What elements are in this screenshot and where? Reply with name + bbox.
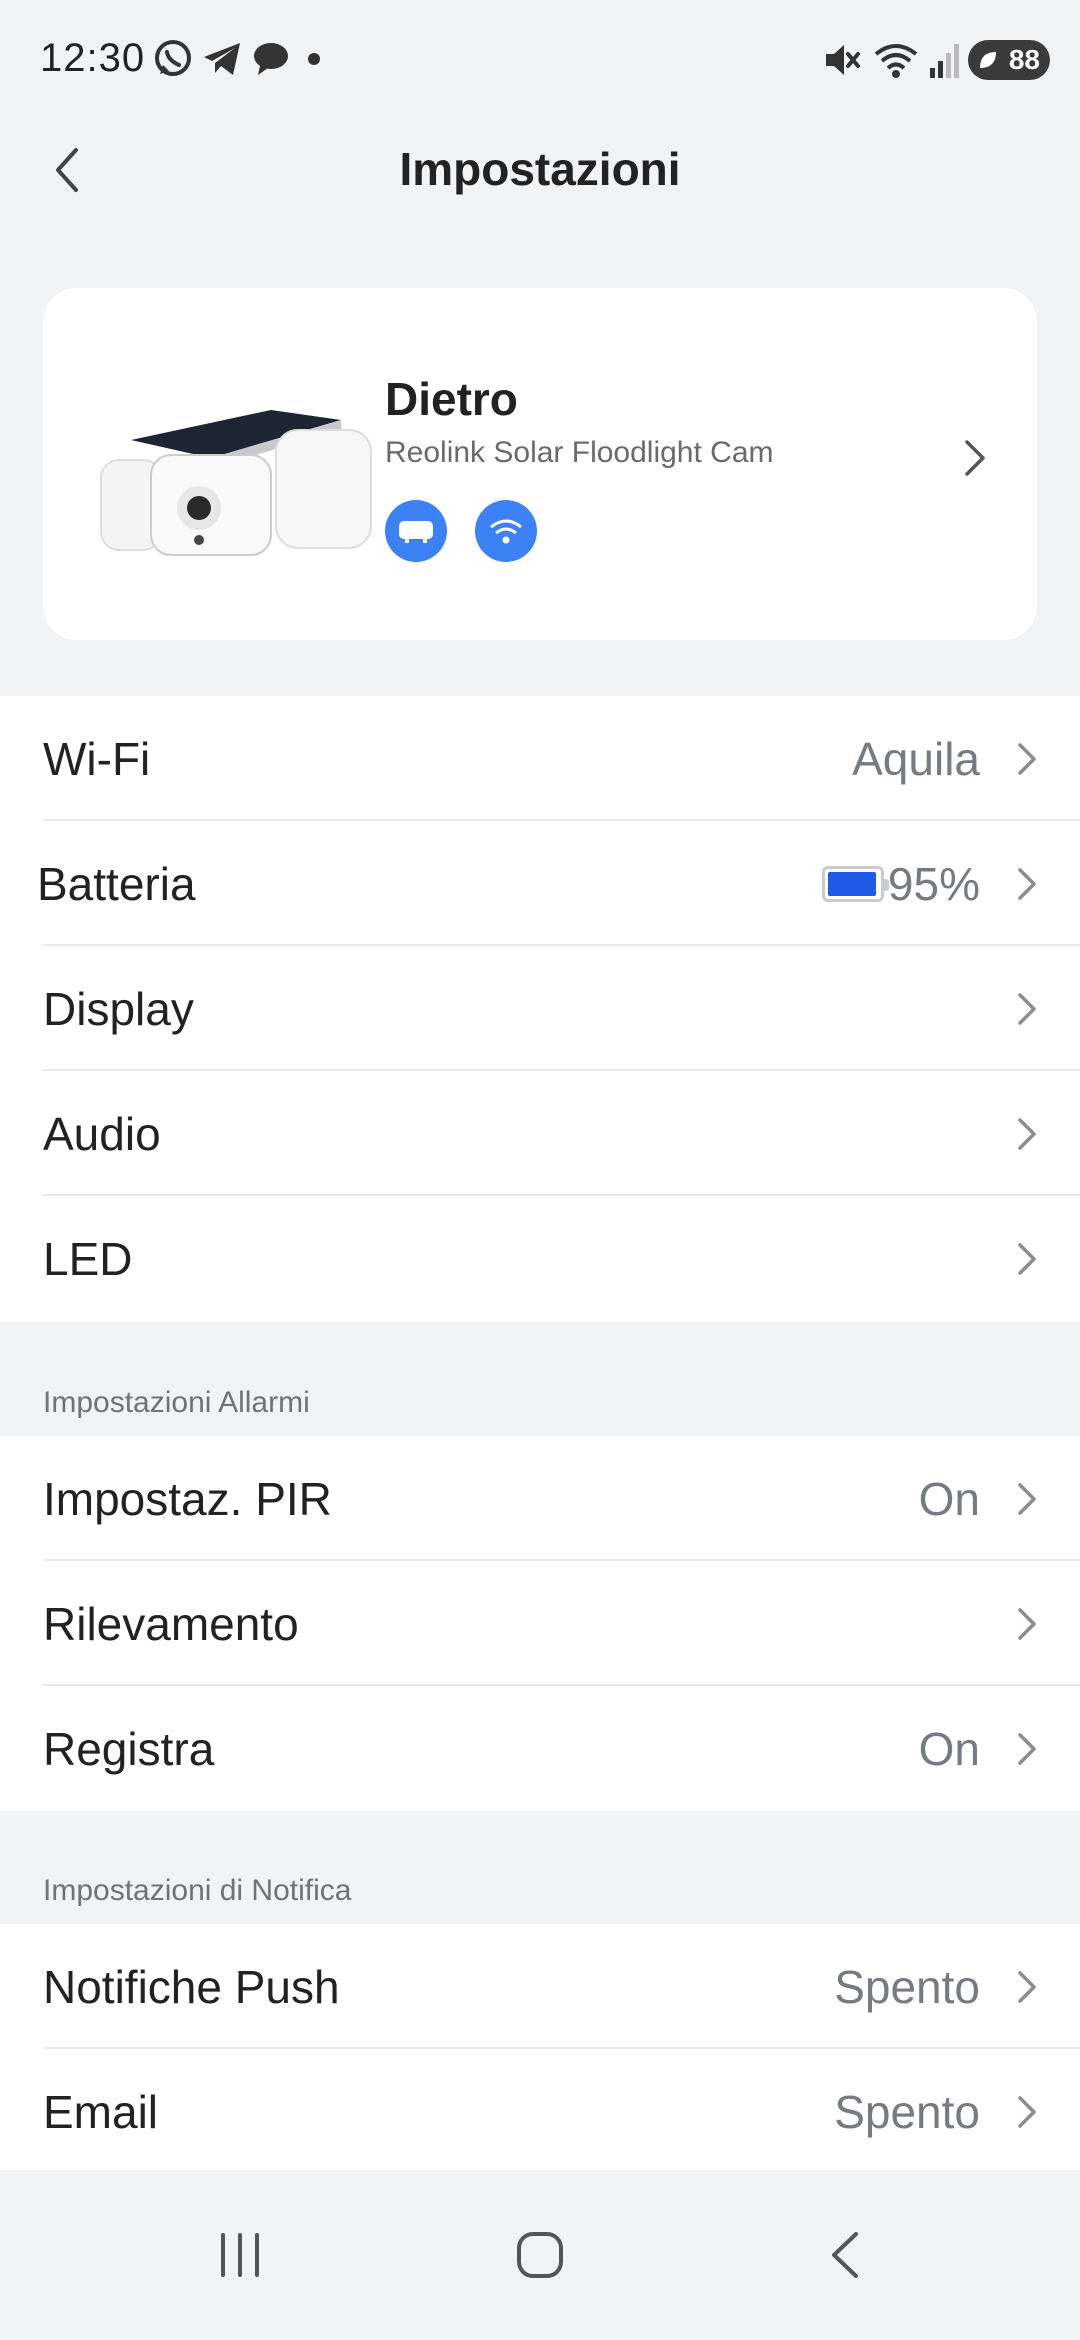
recents-icon — [221, 2233, 259, 2277]
status-bar: 12:30 88 — [0, 0, 1080, 120]
device-model: Reolink Solar Floodlight Cam — [385, 436, 774, 469]
chevron-right-icon — [1018, 1970, 1036, 2003]
system-nav-bar — [0, 2170, 1080, 2340]
battery-row[interactable]: Batteria 95% — [0, 821, 1080, 946]
chat-icon — [254, 43, 288, 75]
row-value: Aquila — [852, 732, 980, 785]
chevron-right-icon — [1018, 992, 1036, 1025]
signal-icon — [930, 44, 959, 78]
device-name: Dietro — [385, 373, 518, 425]
device-card[interactable]: Dietro Reolink Solar Floodlight Cam — [43, 288, 1037, 640]
pir-row[interactable]: Impostaz. PIR On — [0, 1436, 1080, 1561]
row-label: Batteria — [37, 857, 196, 910]
whatsapp-icon — [155, 40, 191, 76]
row-value: On — [918, 1472, 980, 1525]
audio-row[interactable]: Audio — [0, 1071, 1080, 1196]
general-settings-list: Wi-Fi Aquila Batteria 95% Display Audio … — [0, 696, 1080, 1321]
row-label: Display — [43, 982, 194, 1035]
back-icon — [832, 2232, 858, 2278]
battery-indicator: 88 — [968, 40, 1050, 80]
chevron-right-icon — [1018, 1607, 1036, 1640]
row-value: 95% — [887, 857, 980, 910]
row-value: On — [918, 1722, 980, 1775]
row-label: Rilevamento — [43, 1597, 299, 1650]
row-value: Spento — [834, 1960, 980, 2013]
chevron-right-icon — [1018, 1732, 1036, 1765]
recents-button[interactable] — [200, 2222, 280, 2288]
wifi-badge — [475, 500, 537, 562]
row-label: Impostaz. PIR — [43, 1472, 332, 1525]
row-label: Notifiche Push — [43, 1960, 340, 2013]
leaf-icon — [980, 52, 996, 68]
page-title: Impostazioni — [399, 143, 681, 195]
chevron-right-icon — [1018, 867, 1036, 900]
home-button[interactable] — [500, 2222, 580, 2288]
row-label: LED — [43, 1232, 133, 1285]
nav-back-button[interactable] — [804, 2222, 884, 2288]
chevron-right-icon — [1018, 1117, 1036, 1150]
telegram-icon — [204, 43, 240, 75]
floodlight-icon — [399, 521, 433, 543]
status-time: 12:30 — [40, 36, 146, 80]
wifi-icon — [490, 519, 522, 544]
wifi-row[interactable]: Wi-Fi Aquila — [0, 696, 1080, 821]
battery-icon — [822, 865, 889, 902]
alarm-section-title: Impostazioni Allarmi — [43, 1386, 310, 1419]
chevron-right-icon — [965, 440, 985, 476]
push-notifications-row[interactable]: Notifiche Push Spento — [0, 1924, 1080, 2049]
display-row[interactable]: Display — [0, 946, 1080, 1071]
alarm-settings-list: Impostaz. PIR On Rilevamento Registra On — [0, 1436, 1080, 1811]
header: Impostazioni — [0, 120, 1080, 220]
row-value: Spento — [834, 2085, 980, 2138]
led-row[interactable]: LED — [0, 1196, 1080, 1321]
floodlight-badge — [385, 500, 447, 562]
detection-row[interactable]: Rilevamento — [0, 1561, 1080, 1686]
camera-image — [100, 410, 372, 556]
notification-settings-list: Notifiche Push Spento Email Spento — [0, 1924, 1080, 2174]
row-label: Wi-Fi — [43, 732, 151, 785]
battery-percent: 88 — [1008, 44, 1040, 75]
chevron-right-icon — [1018, 742, 1036, 775]
record-row[interactable]: Registra On — [0, 1686, 1080, 1811]
device-badges — [385, 500, 537, 562]
row-label: Audio — [43, 1107, 161, 1160]
chevron-right-icon — [1018, 1482, 1036, 1515]
email-row[interactable]: Email Spento — [0, 2049, 1080, 2174]
notification-section-title: Impostazioni di Notifica — [43, 1874, 352, 1907]
row-label: Email — [43, 2085, 159, 2138]
mute-icon — [826, 45, 860, 75]
row-label: Registra — [43, 1722, 215, 1775]
dot-icon — [308, 53, 320, 65]
home-icon — [517, 2232, 563, 2278]
chevron-right-icon — [1018, 1242, 1036, 1275]
wifi-icon — [874, 44, 918, 78]
chevron-right-icon — [1018, 2095, 1036, 2128]
